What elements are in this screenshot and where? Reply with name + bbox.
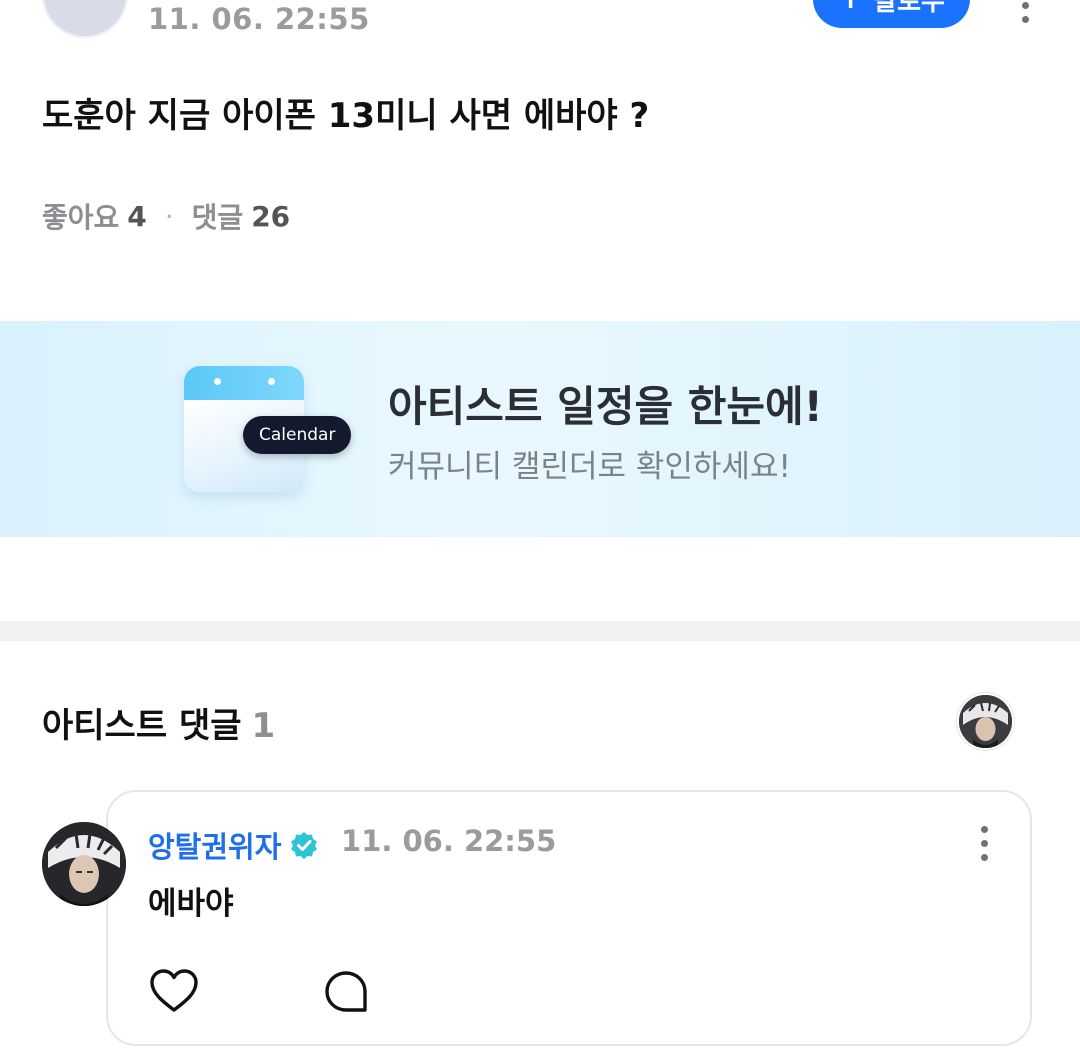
post-detail-page: 11. 06. 22:55 + 팔로우 도훈아 지금 아이폰 13미니 사면 에… bbox=[0, 0, 1080, 1059]
post-author-avatar[interactable] bbox=[42, 0, 128, 38]
likes-count: 4 bbox=[127, 199, 147, 233]
comment-date: 11. 06. 22:55 bbox=[341, 824, 557, 858]
comment-more-options-icon[interactable] bbox=[969, 826, 999, 862]
follow-button[interactable]: + 팔로우 bbox=[813, 0, 970, 28]
comment-text: 에바야 bbox=[148, 886, 234, 922]
banner-title: 아티스트 일정을 한눈에! bbox=[388, 382, 823, 431]
post-date: 11. 06. 22:55 bbox=[148, 2, 370, 36]
reply-bubble-icon[interactable] bbox=[322, 968, 370, 1016]
artist-avatar-thumb[interactable] bbox=[959, 695, 1012, 748]
artist-comments-count: 1 bbox=[251, 706, 276, 746]
artist-comments-title: 아티스트 댓글 1 bbox=[42, 698, 275, 747]
post-stats: 좋아요 4 · 댓글 26 bbox=[42, 196, 290, 236]
comments-label: 댓글 bbox=[191, 201, 244, 234]
likes-label: 좋아요 bbox=[42, 201, 120, 234]
follow-label: 팔로우 bbox=[873, 0, 945, 17]
comment-author-name: 앙탈권위자 bbox=[148, 830, 282, 864]
section-divider bbox=[0, 621, 1080, 641]
comments-count: 26 bbox=[251, 199, 291, 233]
comment-author-avatar[interactable] bbox=[42, 822, 126, 906]
banner-subtitle: 커뮤니티 캘린더로 확인하세요! bbox=[388, 449, 791, 485]
post-more-options-icon[interactable] bbox=[1010, 0, 1040, 28]
heart-icon[interactable] bbox=[148, 966, 200, 1016]
post-title: 도훈아 지금 아이폰 13미니 사면 에바야 ? bbox=[42, 96, 650, 136]
verified-badge-icon bbox=[291, 832, 318, 859]
comment-author[interactable]: 앙탈권위자 bbox=[148, 824, 319, 866]
plus-icon: + bbox=[838, 0, 863, 14]
calendar-badge: Calendar bbox=[243, 416, 352, 454]
stats-separator: · bbox=[164, 199, 174, 233]
artist-comments-label: 아티스트 댓글 bbox=[42, 706, 242, 746]
